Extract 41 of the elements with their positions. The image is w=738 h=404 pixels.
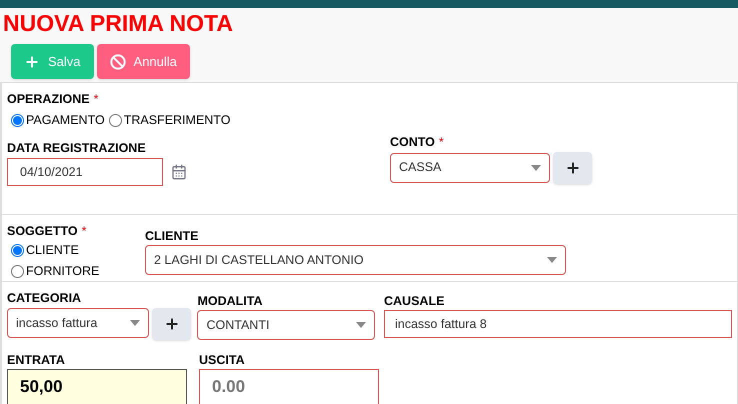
field-label: SOGGETTO (7, 223, 78, 239)
calendar-icon[interactable] (171, 164, 187, 180)
amount-field[interactable]: 0.00 (199, 369, 379, 404)
add-button[interactable] (553, 152, 592, 184)
radio-option[interactable]: PAGAMENTO (11, 111, 105, 130)
text-field[interactable]: incasso fattura 8 (384, 310, 732, 338)
plus-icon (564, 160, 580, 176)
date-field[interactable]: 04/10/2021 (7, 158, 163, 186)
radio-option[interactable]: TRASFERIMENTO (108, 111, 230, 130)
field-label: CONTO (390, 134, 435, 150)
plus-icon (24, 54, 40, 70)
ban-icon (110, 54, 126, 70)
amount-field[interactable]: 50,00 (7, 369, 187, 404)
plus-icon (164, 316, 180, 332)
dropdown[interactable]: CASSA (390, 152, 550, 183)
field-label: ENTRATA (7, 352, 65, 368)
radio-button[interactable] (11, 244, 24, 257)
dropdown[interactable]: CONTANTI (197, 310, 376, 340)
field-label: OPERAZIONE (7, 91, 90, 107)
field-label: CATEGORIA (7, 290, 82, 306)
field-label: CAUSALE (384, 293, 444, 309)
field-label: CLIENTE (145, 228, 198, 244)
page-title: NUOVA PRIMA NOTA (2, 10, 234, 36)
caret-icon (130, 320, 140, 326)
field-label: USCITA (199, 352, 245, 368)
caret-icon (356, 322, 366, 328)
field-label: MODALITA (197, 293, 263, 309)
caret-icon (547, 257, 557, 263)
dropdown[interactable]: 2 LAGHI DI CASTELLANO ANTONIO (145, 245, 566, 275)
field-label: DATA REGISTRAZIONE (7, 140, 146, 156)
required-mark: * (94, 91, 99, 107)
radio-option[interactable]: CLIENTE (11, 241, 145, 260)
radio-button[interactable] (11, 264, 24, 278)
caret-icon (531, 164, 541, 171)
radio-button[interactable] (11, 114, 24, 127)
dropdown[interactable]: incasso fattura (7, 308, 149, 338)
radio-button[interactable] (108, 114, 122, 127)
add-button[interactable] (152, 308, 191, 340)
required-mark: * (438, 134, 444, 150)
required-mark: * (82, 223, 86, 239)
radio-option[interactable]: FORNITORE (11, 262, 145, 280)
